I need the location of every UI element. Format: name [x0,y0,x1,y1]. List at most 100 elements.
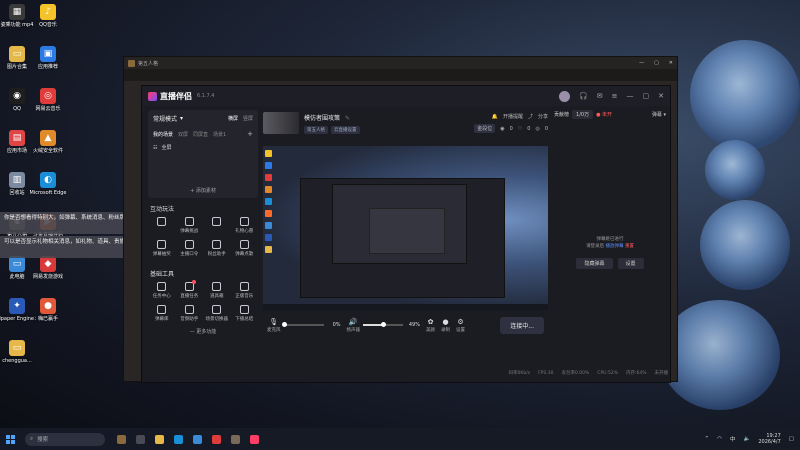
portrait-toggle[interactable]: 竖屏 [243,115,253,122]
tool-item[interactable] [203,217,231,234]
hide-danmaku-button[interactable]: 隐藏弹幕 [576,258,613,269]
tab-same-screen[interactable]: 同屏直 [193,131,208,138]
desktop-icon[interactable]: ▦ 姿乘功能 mp4 [1,4,33,28]
tool-icon [239,240,249,249]
volume-icon[interactable]: 🔈 [743,436,750,442]
tool-item[interactable]: 正版音乐 [231,282,259,299]
taskbar-app-3[interactable] [155,434,164,444]
add-source-button[interactable]: + 添加素材 [148,187,258,194]
speaker-volume-slider[interactable] [363,322,403,327]
desktop-icon[interactable]: ▭ 图片合集 [2,46,32,70]
play-danmaku-link[interactable]: 播放弹幕 [606,244,624,249]
stream-cover-thumbnail[interactable] [263,112,299,134]
mail-icon[interactable]: ✉ [597,92,603,100]
taskbar-app-2[interactable] [136,434,145,444]
cloud-settings-tag[interactable]: 云直播设置 [331,125,360,134]
app-minimize-button[interactable]: — [627,92,634,100]
desktop-icon[interactable]: ◆ 网易发烧游戏 [33,256,63,280]
desktop-icon-label: 网易发烧游戏 [33,274,64,280]
tool-item[interactable]: 直播任务 [176,280,204,299]
tool-item[interactable]: 弹幕点歌 [231,240,259,257]
taskbar-app-1[interactable] [117,434,126,444]
tool-item[interactable]: 礼物心愿 [231,217,259,234]
desktop-icon[interactable]: ▤ 应用市场 [2,130,32,154]
record-button[interactable]: ● 录制 [441,318,450,333]
beauty-button[interactable]: ✿ 美颜 [426,318,435,333]
speaker-icon[interactable]: 🔊 [349,318,358,326]
taskbar-app-7[interactable] [231,434,240,444]
start-reminder-button[interactable]: 开播提醒 [503,113,523,120]
taskbar-app-5[interactable] [193,434,202,444]
app-close-button[interactable]: ✕ [658,92,664,100]
tool-item[interactable]: 弹幕挑战 [176,217,204,234]
desktop-app-icon: ✦ [9,298,25,314]
taskbar-app-4[interactable] [174,434,183,444]
network-icon[interactable]: ◠ [717,436,722,442]
danmaku-filter-select[interactable]: 弹幕 ▾ [652,111,666,118]
desktop-icon[interactable]: ▣ 应用推荐 [33,46,63,70]
tool-item[interactable]: 场景切换器 [203,305,231,322]
stream-preview[interactable] [263,146,548,310]
landscape-toggle[interactable]: 横屏 [228,115,238,122]
rank-badge[interactable]: 金段位 [474,124,496,133]
user-avatar[interactable] [559,90,571,102]
contribution-rank-label[interactable]: 贡献榜 [554,111,569,118]
tool-item[interactable]: 道具箱 [203,282,231,299]
desktop-icon[interactable]: ◎ 网易云音乐 [33,88,63,112]
reset-link[interactable]: 重置 [625,244,634,249]
tool-item[interactable]: 粉丝助手 [203,240,231,257]
desktop-icon[interactable]: ◐ Microsoft Edge [30,172,66,196]
tab-dual-screen[interactable]: 双屏 [178,131,188,138]
desktop-icon[interactable]: ▥ 回收站 [2,172,32,196]
taskbar-app-6[interactable] [212,434,221,444]
tool-item[interactable]: 主播口令 [176,240,204,257]
preview-desktop-icons [265,150,275,253]
desktop-icon[interactable]: ♪ QQ音乐 [33,4,63,28]
gear-icon: ⚙ [457,317,464,326]
settings-button[interactable]: ⚙ 设置 [456,318,465,333]
desktop-icon[interactable]: ◉ QQ [2,88,32,112]
go-live-button[interactable]: 连接中... [500,316,544,334]
headset-icon[interactable]: 🎧 [579,92,588,100]
menu-icon[interactable]: ≡ [612,92,618,100]
more-functions-button[interactable]: — 更多功能 [148,328,258,335]
maximize-button[interactable]: ▢ [654,60,659,66]
tool-item[interactable]: 音频助手 [176,305,204,322]
taskbar-search[interactable]: ⌕ 搜索 [25,432,105,446]
minimize-button[interactable]: — [639,60,644,66]
tab-scene-1[interactable]: 场景1 [213,131,226,138]
tool-icon [184,217,194,226]
desktop-icon[interactable]: ▭ chenggua... [2,340,32,364]
tool-item[interactable]: 弹幕库 [148,305,176,322]
desktop-icon[interactable]: ▲ 火绒安全软件 [33,130,63,154]
taskbar-app-8[interactable] [250,434,259,444]
share-button[interactable]: 分享 [538,113,548,120]
add-scene-icon[interactable]: + [247,130,253,138]
close-button[interactable]: ✕ [669,60,673,66]
microphone-icon[interactable]: 🎙 [269,318,278,326]
ime-indicator[interactable]: 中 [730,435,736,443]
windows-start-icon[interactable] [6,434,15,444]
chevron-up-icon[interactable]: ⌃ [705,436,710,442]
notification-icon[interactable]: ▢ [789,436,794,442]
clock[interactable]: 19:27 2026/4/7 [758,433,780,445]
app-maximize-button[interactable]: ▢ [643,92,650,100]
status-item: FPS:30 [538,370,554,376]
scene-item-fullscreen[interactable]: ☷ 全屏 [153,144,253,152]
tool-item[interactable] [148,217,176,234]
stream-title[interactable]: 模仿者围攻策 [304,115,340,122]
desktop-icon[interactable]: ▭ 此电脑 [2,256,32,280]
tool-icon [184,240,194,249]
desktop-icon[interactable]: ● 嗨已赢手 [33,298,63,322]
tool-icon [157,217,167,226]
mode-select[interactable]: 常规模式 [153,114,177,123]
desktop-icon[interactable]: ✦Wallpaper Engine：... [0,298,44,322]
danmaku-settings-button[interactable]: 设置 [617,258,644,269]
tool-item[interactable]: 任务中心 [148,282,176,299]
tab-my-scenes[interactable]: 我的场景 [153,131,173,138]
category-tag[interactable]: 第五人格 [304,125,328,134]
mic-volume-slider[interactable] [281,322,324,327]
edit-icon[interactable]: ✎ [345,115,350,122]
tool-item[interactable]: 下播总结 [231,305,259,322]
tool-item[interactable]: 弹幕抽奖 [148,240,176,257]
